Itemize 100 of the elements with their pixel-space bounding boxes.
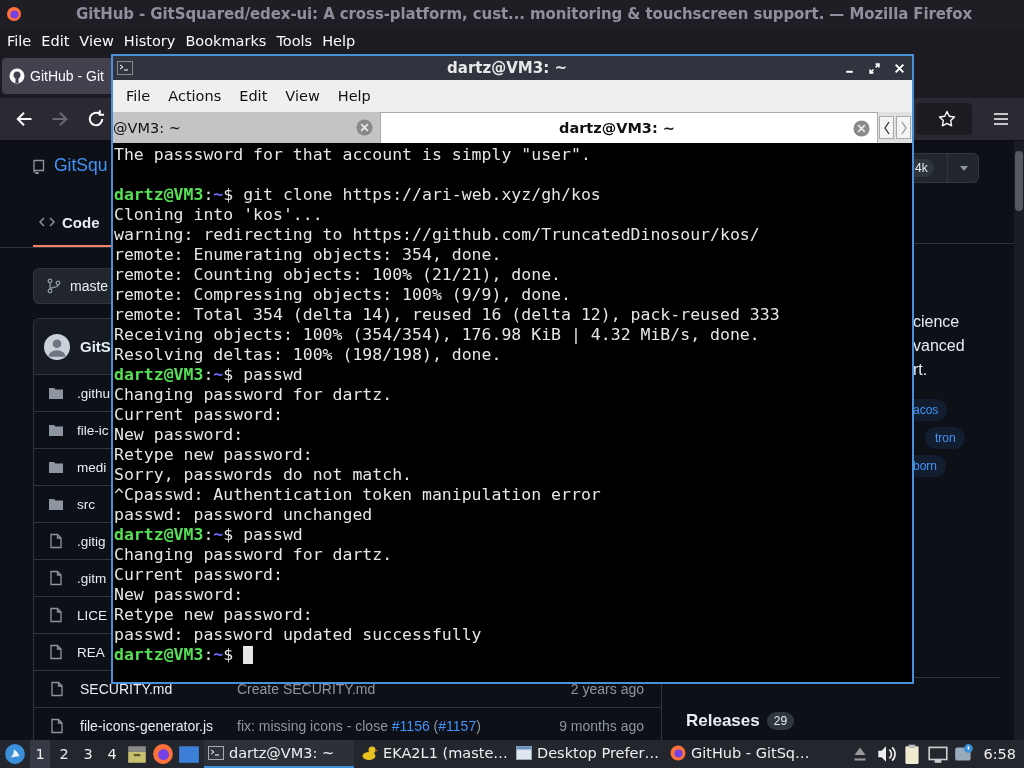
menu-item[interactable]: Bookmarks [180,33,272,49]
maximize-icon[interactable] [869,62,880,74]
menu-item[interactable]: Help [328,88,380,104]
taskbar-window-button[interactable]: GitHub - GitSq… [666,740,816,768]
back-icon[interactable] [14,109,34,129]
chevron-right-icon [899,120,908,135]
address-bar[interactable] [916,103,972,135]
clock[interactable]: 6:58 [979,746,1020,762]
terminal-output-line: Current password: [114,565,283,585]
menu-item[interactable]: Actions [159,88,231,104]
file-name-link[interactable]: REA [77,644,105,660]
star-button[interactable]: 4k [913,153,979,183]
topic-tag[interactable]: acos [913,399,948,421]
window-title: dartz@VM3: ~ [446,59,568,77]
terminal-output-line: remote: Counting objects: 100% (21/21), done. [114,265,562,285]
file-icon [48,570,64,586]
menu-item[interactable]: Edit [36,33,75,49]
workspace-button[interactable]: 3 [78,740,98,768]
terminal-output-line: remote: Total 354 (delta 14), reused 16 (delta 12), pack-reused 333 [114,305,780,325]
terminal-output-line: passwd: password unchanged [114,505,373,525]
desktop-icon[interactable] [178,743,200,765]
workspace-button[interactable]: 2 [54,740,74,768]
file-name-link[interactable]: .githu [77,385,111,401]
menu-item[interactable]: Tools [271,33,318,49]
menu-icon[interactable] [992,110,1010,128]
file-name-link[interactable]: file-ic [77,422,109,438]
terminal-tab[interactable]: @VM3: ~ [113,112,381,143]
caret-icon [959,165,968,171]
commit-age: 2 years ago [570,681,644,697]
file-icon [48,533,64,549]
terminal-output-line: Current password: [114,405,283,425]
menu-item[interactable]: History [118,33,181,49]
close-icon[interactable] [894,62,905,74]
start-menu-icon[interactable] [4,743,26,765]
file-name-link[interactable]: medi [77,459,107,475]
issue-link[interactable]: #1156 [391,718,430,734]
terminal-output-line: warning: redirecting to https://github.com/TruncatedDinosour/kos/ [114,225,760,245]
commit-author[interactable]: GitS [80,338,111,355]
terminal-output-line: Changing password for dartz. [114,545,393,565]
menu-item[interactable]: File [117,88,160,104]
releases-heading[interactable]: Releases [686,711,760,731]
folder-icon [48,459,64,475]
about-text: cience [913,312,961,332]
firefox-icon[interactable] [152,743,174,765]
workspace-button[interactable]: 4 [102,740,122,768]
branch-button[interactable]: maste [33,268,111,304]
commit-message: fix: missing icons - close #1156 (#1157) [237,718,482,734]
file-name-link[interactable]: file-icons-generator.js [80,718,222,734]
terminal-icon [117,60,133,76]
terminal-output-line: Cloning into 'kos'... [114,205,323,225]
taskbar-window-button[interactable]: EKA2L1 (maste… [358,740,508,768]
terminal-output-line: New password: [114,425,244,445]
file-name-link[interactable]: LICE [77,607,107,623]
repo-icon [31,157,47,174]
file-name-link[interactable]: SECURITY.md [80,681,222,697]
file-name-link[interactable]: src [77,496,95,512]
terminal-output-line: Resolving deltas: 100% (198/198), done. [114,345,502,365]
terminal-output-line: Sorry, passwords do not match. [114,465,412,485]
menu-item[interactable]: View [276,88,329,104]
workspace-button[interactable]: 1 [30,740,50,768]
topic-tag[interactable]: tron [925,427,965,449]
taskbar-window-button[interactable]: dartz@VM3: ~ [204,740,354,768]
topic-tag[interactable]: born [913,455,947,477]
reload-icon[interactable] [86,109,106,129]
browser-tab[interactable]: GitHub - Git [2,58,111,94]
chevron-left-icon [882,120,891,135]
folder-icon [48,385,64,401]
about-text: rt. [913,360,929,380]
scroll-tabs-left-button[interactable] [879,116,894,139]
window-title: GitHub - GitSquared/edex-ui: A cross-platform, cust... monitoring & touchscreen support. — Mozilla Firefox [76,5,973,23]
terminal-output-line: New password: [114,585,244,605]
menu-item[interactable]: Edit [230,88,277,104]
terminal-output-line: remote: Compressing objects: 100% (9/9), done. [114,285,571,305]
github-icon [9,68,25,84]
scrollbar[interactable] [1014,141,1024,740]
close-tab-icon[interactable] [853,119,870,137]
firefox-icon [6,6,22,22]
repo-link[interactable]: GitSqu [54,155,108,177]
menu-item[interactable]: File [2,33,37,49]
duck-icon [362,745,378,761]
menu-item[interactable]: Help [317,33,361,49]
terminal-prompt-line: dartz@VM3:~$ passwd [114,365,303,385]
bookmark-star-icon[interactable] [938,110,956,128]
file-icon [48,607,64,623]
folder-icon [48,422,64,438]
taskbar-window-button[interactable]: Desktop Prefer… [512,740,662,768]
issue-link[interactable]: #1157 [438,718,477,734]
file-name-link[interactable]: .gitig [77,533,106,549]
terminal-prompt-line: dartz@VM3:~$ [114,645,234,665]
menu-item[interactable]: View [74,33,119,49]
close-tab-icon[interactable] [356,119,373,136]
terminal-output-line: The passsword for that account is simply "user". [114,145,591,165]
terminal-output-line: Retype new password: [114,445,313,465]
terminal-output-line: ^Cpasswd: Authentication token manipulation error [114,485,601,505]
branch-icon [46,278,62,295]
file-name-link[interactable]: .gitm [77,570,107,586]
file-manager-icon[interactable] [126,743,148,765]
terminal-tab[interactable]: dartz@VM3: ~ [381,112,878,143]
terminal-output-line: Receiving objects: 100% (354/354), 176.98 KiB | 4.32 MiB/s, done. [114,325,760,345]
terminal-icon [208,745,224,761]
